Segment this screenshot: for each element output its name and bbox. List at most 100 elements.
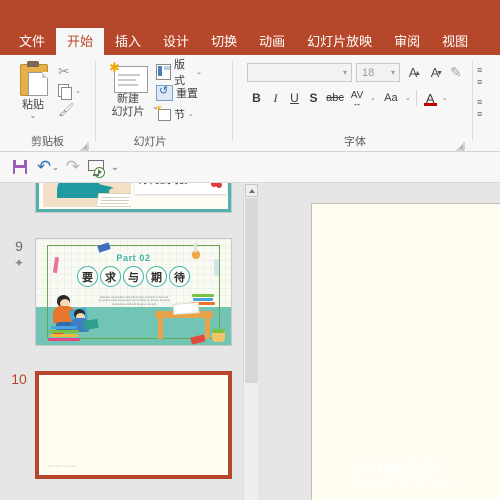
layout-button[interactable]: 版式 ⌄ bbox=[156, 59, 202, 87]
new-slide-button[interactable]: ✱ 新建 幻灯片 bbox=[102, 61, 154, 119]
title-bar bbox=[0, 0, 500, 28]
ribbon-tabs: 文件 开始 插入 设计 切换 动画 幻灯片放映 审阅 视图 bbox=[8, 28, 479, 55]
text-shadow-button[interactable]: S bbox=[304, 89, 323, 108]
font-row-bottom: B I U S abc AV ⌄ Aa ⌄ A ⌄ bbox=[247, 88, 448, 108]
scissors-icon: ✂ bbox=[58, 63, 70, 79]
layout-dropdown-caret[interactable]: ⌄ bbox=[196, 68, 202, 76]
bold-button[interactable]: B bbox=[247, 89, 266, 108]
section-label: 节 bbox=[174, 108, 185, 121]
book-stack-left bbox=[48, 325, 82, 341]
slide-thumbnail-9[interactable]: Part 02 要 求 与 期 待 Evaluate comparative s… bbox=[35, 238, 232, 346]
title-char-1: 要 bbox=[77, 266, 98, 287]
undo-dropdown-caret[interactable]: ⌄ bbox=[52, 163, 59, 172]
slide9-part-label: Part 02 bbox=[116, 253, 151, 263]
font-name-caret[interactable]: ▾ bbox=[343, 68, 347, 77]
start-slideshow-button[interactable] bbox=[85, 156, 109, 178]
clear-formatting-icon[interactable]: ✎ bbox=[450, 64, 462, 81]
list-item[interactable]: 拒绝拖延! 向不良的习惯SAY NO bbox=[0, 183, 243, 215]
character-spacing-caret[interactable]: ⌄ bbox=[370, 94, 376, 102]
slide-canvas[interactable] bbox=[311, 203, 500, 500]
slide8-text-card: 拒绝拖延! 向不良的习惯SAY NO bbox=[135, 183, 227, 194]
new-slide-icon: ✱ bbox=[108, 61, 148, 93]
section-button[interactable]: 节 ⌄ bbox=[155, 103, 202, 124]
new-slide-label-2: 幻灯片 bbox=[111, 106, 145, 118]
cut-button[interactable]: ✂ bbox=[58, 62, 92, 81]
paste-label: 粘贴 bbox=[22, 99, 44, 111]
font-size-combo[interactable]: 18 ▾ bbox=[356, 63, 400, 82]
paste-dropdown-caret[interactable]: ⌄ bbox=[10, 112, 56, 120]
powerpoint-window: 文件 开始 插入 设计 切换 动画 幻灯片放映 审阅 视图 粘贴 ⌄ ✂ ⌄ 🖌… bbox=[0, 0, 500, 500]
section-dropdown-caret[interactable]: ⌄ bbox=[188, 110, 194, 118]
redo-icon: ↷ bbox=[65, 157, 80, 176]
slide8-headline: 向不良的习惯SAY NO bbox=[139, 183, 217, 186]
reset-button[interactable]: 重置 bbox=[156, 82, 202, 103]
copy-dropdown-caret[interactable]: ⌄ bbox=[75, 87, 81, 95]
tab-transitions[interactable]: 切换 bbox=[200, 28, 248, 55]
font-dialog-launcher[interactable] bbox=[455, 138, 465, 151]
ribbon-group-font: ▾ 18 ▾ A ▲ A ▼ ✎ B I U S abc AV ↔ ⌄ Aa ⌄… bbox=[239, 55, 471, 151]
thumbnail-panel-scrollbar[interactable] bbox=[243, 183, 259, 500]
scrollbar-thumb[interactable] bbox=[245, 198, 258, 383]
align-center-icon[interactable]: ≡ bbox=[477, 109, 482, 119]
font-row-top: ▾ 18 ▾ A ▲ A ▼ ✎ bbox=[247, 63, 462, 82]
slide-editing-stage[interactable] bbox=[258, 183, 500, 500]
tab-animations[interactable]: 动画 bbox=[248, 28, 296, 55]
layout-icon bbox=[156, 63, 172, 80]
quick-access-buttons: ↶ ⌄ ↷ ⌄ bbox=[8, 156, 119, 178]
ribbon-group-clipboard: 粘贴 ⌄ ✂ ⌄ 🖌 剪贴板 bbox=[0, 55, 95, 151]
tab-view[interactable]: 视图 bbox=[431, 28, 479, 55]
tab-slideshow[interactable]: 幻灯片放映 bbox=[296, 28, 383, 55]
tab-insert[interactable]: 插入 bbox=[104, 28, 152, 55]
font-size-caret[interactable]: ▾ bbox=[391, 68, 395, 77]
title-char-5: 待 bbox=[169, 266, 190, 287]
slide-number-9: 9 bbox=[15, 238, 23, 254]
tab-home[interactable]: 开始 bbox=[56, 28, 105, 55]
decrease-font-size-button[interactable]: A ▼ bbox=[426, 63, 444, 82]
slide9-title: 要 求 与 期 待 bbox=[36, 266, 231, 287]
customize-quick-access-caret[interactable]: ⌄ bbox=[111, 162, 119, 173]
copy-button[interactable]: ⌄ bbox=[58, 81, 92, 100]
increase-font-size-button[interactable]: A ▲ bbox=[404, 63, 422, 82]
italic-button[interactable]: I bbox=[266, 89, 285, 108]
list-item[interactable]: 10 2015-2016 Secondary bbox=[0, 371, 243, 481]
align-left-icon[interactable]: ≡ bbox=[477, 97, 482, 107]
ribbon-tab-strip: 文件 开始 插入 设计 切换 动画 幻灯片放映 审阅 视图 bbox=[0, 28, 500, 55]
paste-icon bbox=[16, 61, 50, 96]
save-button[interactable] bbox=[8, 156, 32, 178]
slide-thumbnail-10[interactable]: 2015-2016 Secondary bbox=[35, 371, 232, 479]
tab-file[interactable]: 文件 bbox=[8, 28, 56, 55]
font-row-separator bbox=[415, 90, 417, 106]
undo-icon: ↶ bbox=[36, 157, 52, 176]
quick-access-toolbar: ↶ ⌄ ↷ ⌄ bbox=[0, 152, 500, 183]
strikethrough-button[interactable]: abc bbox=[323, 89, 347, 108]
cherry-icon bbox=[211, 183, 223, 188]
paste-button[interactable]: 粘贴 ⌄ bbox=[10, 61, 56, 120]
change-case-caret[interactable]: ⌄ bbox=[405, 94, 411, 102]
save-icon bbox=[13, 160, 27, 174]
numbering-icon[interactable]: ≡ bbox=[477, 77, 482, 87]
slide-thumbnail-panel[interactable]: 拒绝拖延! 向不良的习惯SAY NO 9 ✦ Part 02 bbox=[0, 183, 243, 500]
start-slideshow-icon bbox=[87, 159, 106, 178]
font-group-label: 字体 bbox=[344, 136, 366, 148]
slide-thumbnail-8[interactable]: 拒绝拖延! 向不良的习惯SAY NO bbox=[35, 183, 232, 213]
list-item[interactable]: 9 ✦ Part 02 要 求 与 期 待 Evaluate comparati bbox=[0, 238, 243, 348]
underline-button[interactable]: U bbox=[285, 89, 304, 108]
slide8-photo bbox=[43, 183, 131, 207]
font-color-caret[interactable]: ⌄ bbox=[442, 94, 448, 102]
font-color-button[interactable]: A bbox=[422, 91, 439, 106]
format-painter-button[interactable]: 🖌 bbox=[58, 100, 92, 119]
scroll-up-arrow-icon[interactable] bbox=[245, 184, 258, 197]
tab-design[interactable]: 设计 bbox=[152, 28, 200, 55]
font-size-value: 18 bbox=[362, 66, 375, 79]
animation-star-icon: ✦ bbox=[13, 256, 25, 270]
layout-label: 版式 bbox=[174, 58, 186, 87]
tab-review[interactable]: 审阅 bbox=[383, 28, 431, 55]
change-case-button[interactable]: Aa bbox=[380, 89, 402, 108]
redo-button[interactable]: ↷ bbox=[61, 156, 85, 178]
slide-number-10: 10 bbox=[11, 371, 27, 387]
bullets-icon[interactable]: ≡ bbox=[477, 65, 482, 75]
clipboard-small-buttons: ✂ ⌄ 🖌 bbox=[58, 62, 92, 119]
character-spacing-button[interactable]: AV bbox=[347, 90, 367, 106]
clipboard-dialog-launcher[interactable] bbox=[79, 138, 89, 151]
font-name-combo[interactable]: ▾ bbox=[247, 63, 352, 82]
